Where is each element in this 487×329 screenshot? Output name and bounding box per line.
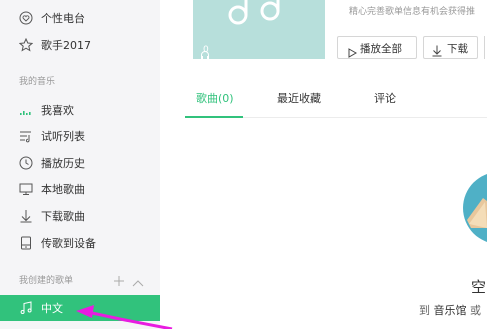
download-arrow-icon [18, 208, 34, 224]
empty-state-subtitle: 到 音乐馆 或 [419, 302, 481, 318]
tab-songs[interactable]: 歌曲(0) [196, 90, 234, 106]
sidebar-item-trial-list[interactable]: 试听列表 [0, 123, 160, 149]
play-icon [348, 43, 358, 58]
sidebar: 个性电台 歌手2017 我的音乐 我喜欢 试听列表 播放历史 本地歌曲 下载歌曲… [0, 0, 160, 329]
sidebar-item-label: 下载歌曲 [41, 210, 85, 223]
sidebar-item-label: 传歌到设备 [41, 237, 96, 250]
download-button[interactable]: 下载 [423, 36, 478, 59]
equalizer-bars-icon [18, 102, 34, 118]
radio-heart-icon [18, 10, 34, 26]
play-count: 0 [203, 45, 209, 55]
clock-icon [18, 155, 34, 171]
sidebar-item-label: 歌手2017 [41, 39, 91, 52]
sidebar-item-downloaded-songs[interactable]: 下载歌曲 [0, 203, 160, 229]
download-icon [432, 42, 442, 57]
sidebar-item-favorites[interactable]: 我喜欢 [0, 97, 160, 123]
empty-state-prefix: 到 [419, 304, 430, 317]
download-label: 下载 [447, 43, 468, 55]
collapse-chevron-icon[interactable] [132, 273, 144, 287]
music-note-icon [18, 300, 34, 316]
cover-music-note-art [228, 0, 280, 25]
created-playlists-section-title: 我创建的歌单 [19, 276, 74, 286]
sidebar-item-label: 本地歌曲 [41, 183, 85, 196]
playlist-icon [18, 128, 34, 144]
play-all-label: 播放全部 [360, 43, 402, 55]
next-item-icon-partial [18, 323, 32, 329]
add-playlist-icon[interactable] [113, 272, 125, 286]
sidebar-item-label: 我喜欢 [41, 104, 74, 117]
sidebar-item-play-history[interactable]: 播放历史 [0, 150, 160, 176]
device-icon [18, 235, 34, 251]
sidebar-item-playlist-chinese[interactable]: 中文 [0, 295, 160, 321]
tab-recent-favorites[interactable]: 最近收藏 [277, 90, 321, 106]
play-all-button[interactable]: 播放全部 [337, 36, 417, 59]
tab-comments[interactable]: 评论 [374, 90, 396, 106]
sidebar-item-label: 试听列表 [41, 130, 85, 143]
sidebar-item-label: 中文 [41, 302, 63, 315]
playlist-description: 精心完善歌单信息有机会获得推 [349, 7, 476, 17]
music-hall-link[interactable]: 音乐馆 [434, 304, 467, 317]
empty-state-suffix: 或 [470, 304, 481, 317]
playlist-cover [193, 0, 325, 59]
sidebar-item-transfer-to-device[interactable]: 传歌到设备 [0, 230, 160, 256]
sidebar-item-label: 个性电台 [41, 12, 85, 25]
empty-state-title: 空 [471, 278, 487, 296]
sidebar-item-label: 播放历史 [41, 157, 85, 170]
star-icon [18, 37, 34, 53]
monitor-icon [18, 181, 34, 197]
sidebar-item-singer-2017[interactable]: 歌手2017 [0, 32, 160, 58]
my-music-section-title: 我的音乐 [19, 77, 56, 87]
sidebar-item-personal-radio[interactable]: 个性电台 [0, 5, 160, 31]
sidebar-item-local-songs[interactable]: 本地歌曲 [0, 176, 160, 202]
created-playlists-tools [113, 272, 147, 287]
empty-state-illustration [463, 174, 487, 242]
active-tab-indicator [185, 116, 243, 118]
